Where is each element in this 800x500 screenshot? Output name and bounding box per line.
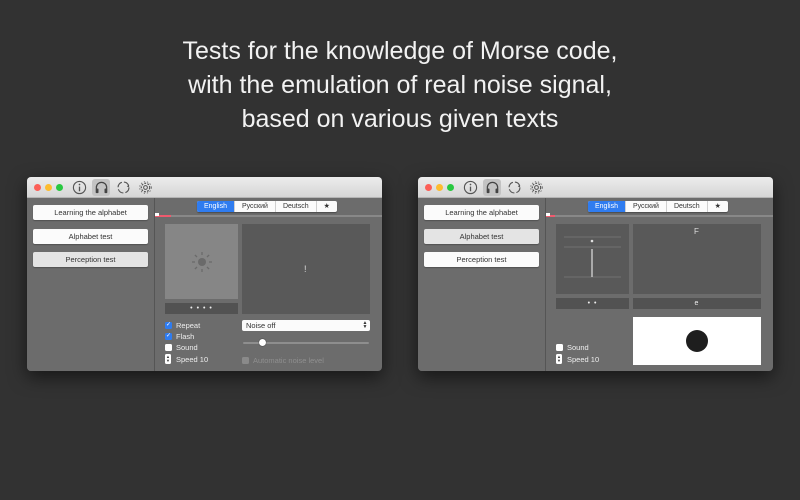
noise-select[interactable]: Noise off ▲ ▼: [242, 320, 370, 331]
close-button[interactable]: [425, 184, 432, 191]
perception-test-button[interactable]: Perception test: [424, 252, 539, 267]
chevron-updown-icon: ▲ ▼: [362, 320, 368, 330]
headphones-icon[interactable]: [483, 179, 501, 196]
signal-light-panel: [633, 317, 761, 365]
speed-stepper[interactable]: ▲ ▼: [165, 354, 171, 364]
progress-bar: [546, 213, 773, 217]
answer-display: e: [633, 298, 761, 309]
minimize-button[interactable]: [45, 184, 52, 191]
flash-panel: [165, 224, 238, 299]
speed-stepper[interactable]: ▲ ▼: [556, 354, 562, 364]
morse-dots-display: • • • •: [165, 303, 238, 314]
sound-checkbox[interactable]: [556, 343, 563, 351]
zoom-button[interactable]: [447, 184, 454, 191]
morse-dots-display: • •: [556, 298, 629, 309]
repeat-label: Repeat: [176, 320, 201, 330]
lang-deutsch[interactable]: Deutsch: [276, 201, 317, 212]
language-selector: English Русский Deutsch ★: [588, 201, 728, 212]
repeat-option[interactable]: Repeat: [165, 320, 200, 330]
sound-option[interactable]: Sound: [556, 342, 589, 352]
progress-start-marker: [546, 213, 550, 216]
title-bar: [418, 177, 773, 198]
repeat-checkbox[interactable]: [165, 321, 172, 329]
speed-control[interactable]: ▲ ▼ Speed 10: [556, 354, 599, 364]
main-area: English Русский Deutsch ★ • • F e Sound: [546, 198, 773, 371]
speed-label: Speed 10: [567, 354, 600, 364]
symbol-glyph: !: [304, 264, 307, 274]
headline-line-2: with the emulation of real noise signal,: [188, 71, 612, 99]
letter-display: F: [694, 227, 699, 236]
flash-label: Flash: [176, 331, 195, 341]
lang-deutsch[interactable]: Deutsch: [667, 201, 708, 212]
sidebar: Learning the alphabet Alphabet test Perc…: [418, 198, 546, 371]
lang-russian[interactable]: Русский: [235, 201, 276, 212]
symbol-panel: !: [242, 224, 370, 314]
progress-start-marker: [155, 213, 159, 216]
signal-light-indicator: [686, 330, 708, 352]
flash-checkbox[interactable]: [165, 332, 172, 340]
auto-noise-option[interactable]: Automatic noise level: [242, 356, 324, 365]
minimize-button[interactable]: [436, 184, 443, 191]
noise-level-slider[interactable]: [243, 339, 369, 346]
app-window-right: Learning the alphabet Alphabet test Perc…: [418, 177, 773, 371]
headline-line-1: Tests for the knowledge of Morse code,: [182, 37, 618, 65]
sound-checkbox[interactable]: [165, 343, 172, 351]
sound-option[interactable]: Sound: [165, 342, 198, 352]
headline: Tests for the knowledge of Morse code, w…: [0, 34, 800, 136]
learning-alphabet-button[interactable]: Learning the alphabet: [33, 205, 148, 220]
sync-icon[interactable]: [114, 179, 132, 196]
app-window-left: Learning the alphabet Alphabet test Perc…: [27, 177, 382, 371]
headline-line-3: based on various given texts: [241, 105, 559, 133]
lang-favorite[interactable]: ★: [317, 201, 337, 212]
sound-label: Sound: [567, 342, 589, 352]
letter-panel: F: [633, 224, 761, 294]
speed-control[interactable]: ▲ ▼ Speed 10: [165, 354, 208, 364]
sound-label: Sound: [176, 342, 198, 352]
alphabet-test-button[interactable]: Alphabet test: [33, 229, 148, 244]
sync-icon[interactable]: [505, 179, 523, 196]
progress-bar: [155, 213, 382, 217]
title-bar: [27, 177, 382, 198]
lang-russian[interactable]: Русский: [626, 201, 667, 212]
sun-icon: [192, 252, 212, 272]
zoom-button[interactable]: [56, 184, 63, 191]
learning-alphabet-button[interactable]: Learning the alphabet: [424, 205, 539, 220]
gear-icon[interactable]: [527, 179, 545, 196]
close-button[interactable]: [34, 184, 41, 191]
noise-select-value: Noise off: [246, 321, 276, 330]
language-selector: English Русский Deutsch ★: [197, 201, 337, 212]
lang-favorite[interactable]: ★: [708, 201, 728, 212]
alphabet-test-button[interactable]: Alphabet test: [424, 229, 539, 244]
sidebar: Learning the alphabet Alphabet test Perc…: [27, 198, 155, 371]
flash-option[interactable]: Flash: [165, 331, 194, 341]
info-icon[interactable]: [461, 179, 479, 196]
main-area: English Русский Deutsch ★ • • • • ! ✓ Re…: [155, 198, 382, 371]
signal-graph-panel: [556, 224, 629, 294]
perception-test-button[interactable]: Perception test: [33, 252, 148, 267]
signal-graph: [564, 236, 621, 278]
headphones-icon[interactable]: [92, 179, 110, 196]
lang-english[interactable]: English: [197, 201, 235, 212]
lang-english[interactable]: English: [588, 201, 626, 212]
auto-noise-label: Automatic noise level: [253, 356, 324, 365]
info-icon[interactable]: [70, 179, 88, 196]
speed-label: Speed 10: [176, 354, 209, 364]
noise-level-knob[interactable]: [258, 339, 266, 346]
gear-icon[interactable]: [136, 179, 154, 196]
auto-noise-checkbox[interactable]: [242, 357, 249, 364]
